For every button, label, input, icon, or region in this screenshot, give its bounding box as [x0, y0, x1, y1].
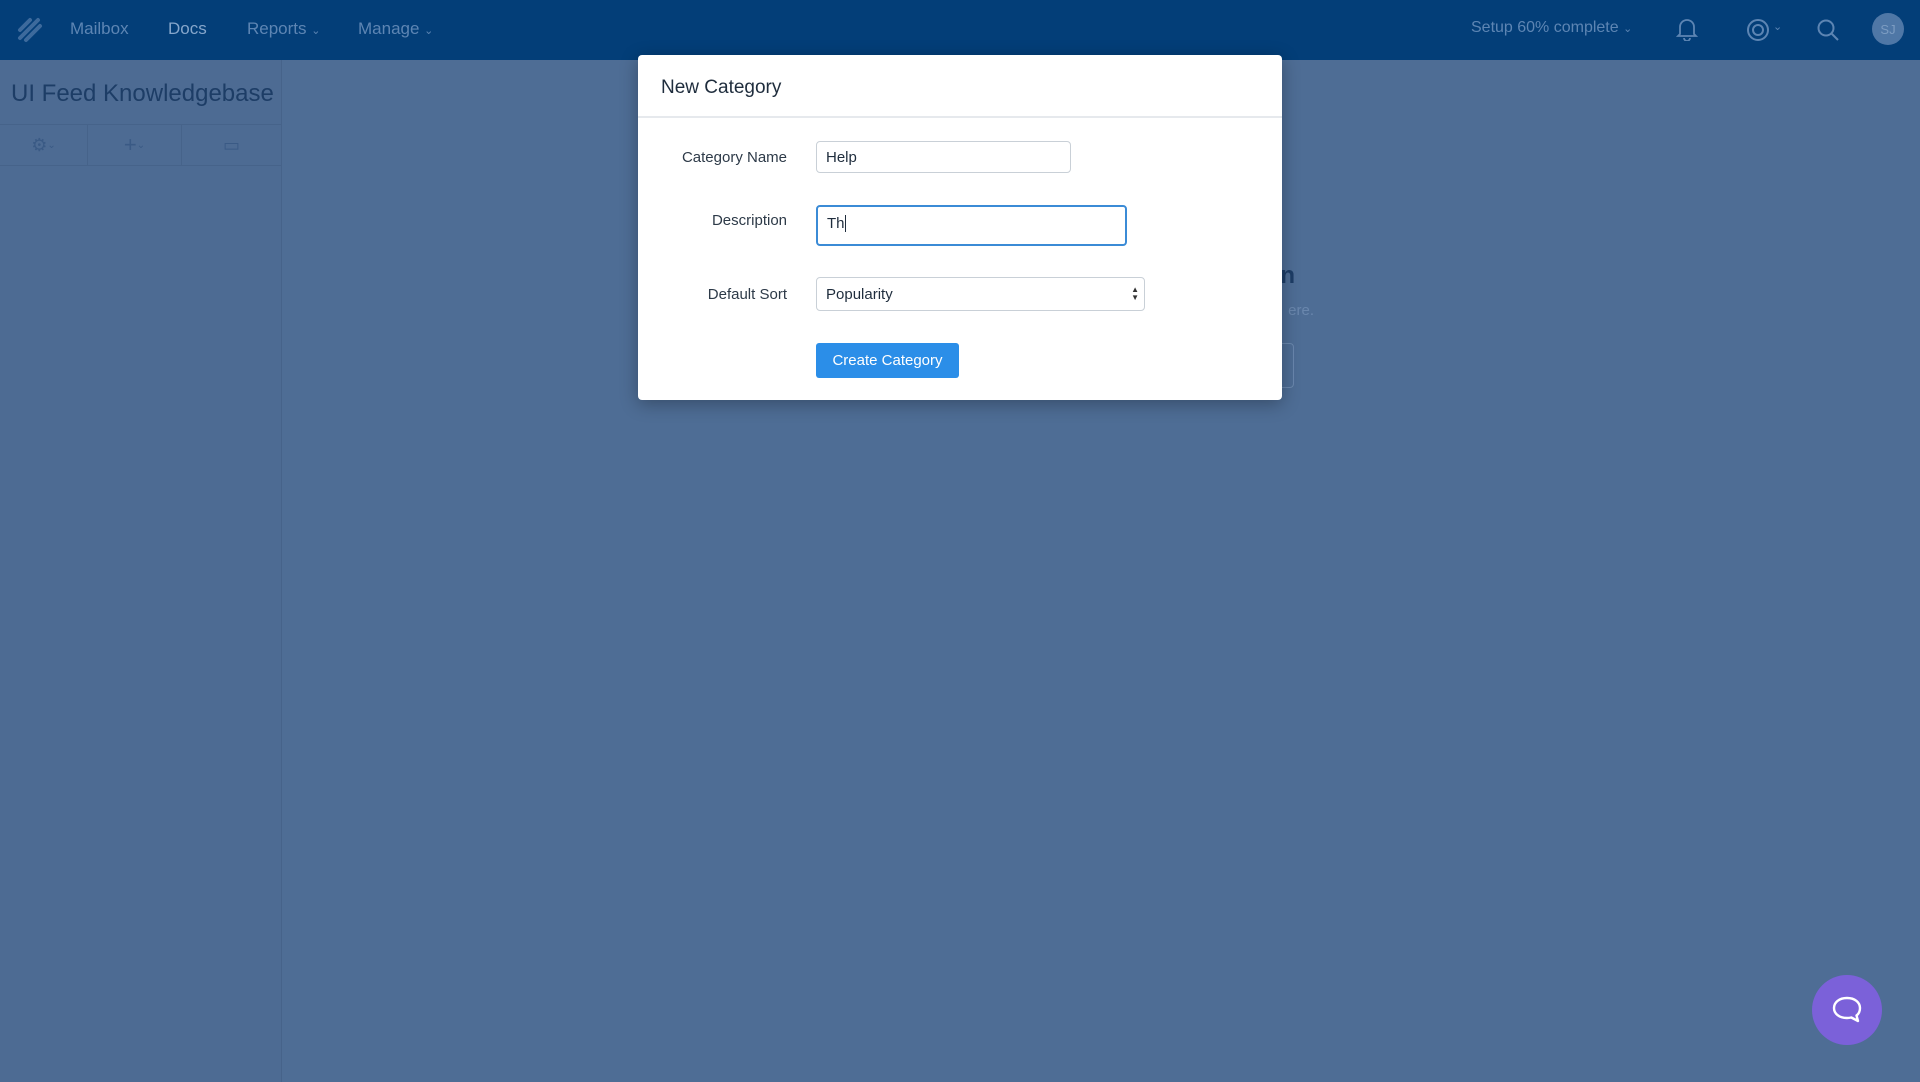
nav-reports-label: Reports — [247, 19, 307, 38]
category-name-label: Category Name — [681, 149, 787, 166]
chevron-down-icon: ⌄ — [1623, 23, 1633, 35]
chevron-down-icon: ⌄ — [424, 25, 434, 37]
nav-manage[interactable]: Manage ⌄ — [358, 19, 433, 39]
description-input[interactable]: Th — [816, 205, 1127, 246]
nav-reports[interactable]: Reports ⌄ — [247, 19, 320, 39]
avatar[interactable]: SJ — [1872, 13, 1904, 45]
help-lifebuoy-icon[interactable] — [1745, 17, 1771, 43]
logo-icon[interactable] — [16, 16, 44, 44]
default-sort-select[interactable]: Popularity ▲ ▼ — [816, 277, 1145, 311]
sidebar-toolbar: ⚙ ⌄ + ⌄ ▭ — [0, 124, 282, 166]
create-category-button[interactable]: Create Category — [816, 343, 959, 378]
chevron-down-icon: ⌄ — [47, 139, 56, 151]
chevron-down-icon: ⌄ — [1773, 21, 1783, 33]
chat-bubble-icon — [1832, 996, 1862, 1023]
new-category-modal: New Category Category Name Help Descript… — [638, 55, 1282, 400]
text-caret — [844, 215, 846, 232]
modal-title: New Category — [638, 55, 1282, 118]
monitor-icon: ▭ — [222, 134, 240, 155]
nav-manage-label: Manage — [358, 19, 420, 38]
top-nav: Mailbox Docs Reports ⌄ Manage ⌄ Setup 60… — [0, 0, 1920, 60]
nav-mailbox[interactable]: Mailbox — [70, 19, 129, 39]
bell-icon[interactable] — [1676, 17, 1698, 41]
description-value: Th — [827, 215, 845, 232]
default-sort-value: Popularity — [826, 285, 893, 303]
description-label: Description — [711, 212, 787, 229]
default-sort-label: Default Sort — [707, 286, 787, 303]
select-arrows-icon: ▲ ▼ — [1131, 285, 1139, 302]
sidebar: UI Feed Knowledgebase ⚙ ⌄ + ⌄ ▭ — [0, 60, 282, 1082]
settings-button[interactable]: ⚙ ⌄ — [0, 125, 88, 165]
nav-docs[interactable]: Docs — [168, 19, 207, 39]
gear-icon: ⚙ — [31, 134, 48, 155]
chat-beacon-button[interactable] — [1812, 975, 1882, 1045]
search-icon[interactable] — [1816, 18, 1840, 42]
setup-label: Setup 60% complete — [1471, 19, 1619, 36]
chevron-down-icon: ⌄ — [311, 25, 321, 37]
category-name-input[interactable]: Help — [816, 141, 1071, 173]
setup-progress[interactable]: Setup 60% complete ⌄ — [1471, 19, 1632, 37]
chevron-down-icon: ⌄ — [136, 139, 146, 151]
plus-icon: + — [123, 132, 137, 157]
preview-button[interactable]: ▭ — [182, 125, 281, 165]
add-button[interactable]: + ⌄ — [88, 125, 182, 165]
empty-state-text: ere. — [1288, 302, 1314, 319]
knowledgebase-title: UI Feed Knowledgebase — [11, 80, 274, 107]
